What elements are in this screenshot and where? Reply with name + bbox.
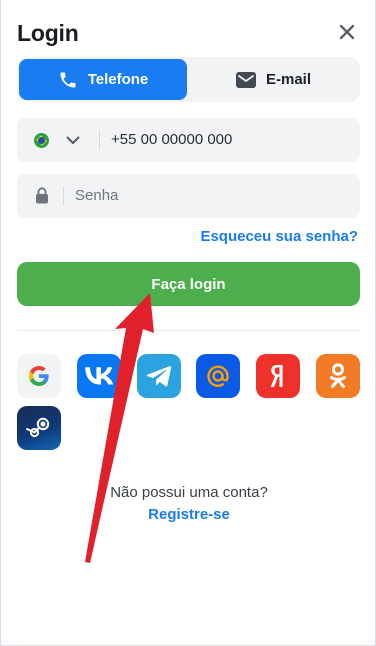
odnoklassniki-icon <box>330 363 346 388</box>
at-sign-icon <box>207 365 229 387</box>
lock-icon <box>36 187 48 204</box>
tab-email[interactable]: E-mail <box>189 59 358 100</box>
telegram-icon <box>146 366 172 387</box>
login-button[interactable]: Faça login <box>17 262 360 306</box>
close-icon[interactable] <box>335 20 359 44</box>
login-dialog: Login Telefone E-mail +55 00 00000 000 S… <box>0 0 376 646</box>
page-title: Login <box>17 20 79 46</box>
phone-input[interactable]: +55 00 00000 000 <box>111 131 232 148</box>
steam-icon <box>26 417 50 438</box>
tab-phone[interactable]: Telefone <box>19 59 187 100</box>
mail-icon <box>235 71 256 89</box>
tab-email-label: E-mail <box>265 71 311 88</box>
tab-phone-label: Telefone <box>87 71 149 88</box>
register-link[interactable]: Registre-se <box>148 506 230 523</box>
google-icon <box>29 366 49 386</box>
forgot-password-link[interactable]: Esqueceu sua senha? <box>200 228 358 245</box>
vk-icon <box>85 367 113 385</box>
divider <box>17 330 360 331</box>
login-method-tabs: Telefone E-mail <box>17 57 360 102</box>
signup-prompt: Não possui uma conta? <box>110 484 268 501</box>
field-divider <box>63 186 64 206</box>
steam-login-button[interactable] <box>17 406 61 450</box>
mail-ru-login-button[interactable] <box>196 354 240 398</box>
telegram-login-button[interactable] <box>137 354 181 398</box>
phone-icon <box>58 70 78 90</box>
register-link-container: Registre-se <box>1 506 376 523</box>
field-divider <box>99 130 100 150</box>
odnoklassniki-login-button[interactable] <box>316 354 360 398</box>
brazil-flag-icon <box>34 133 49 148</box>
password-field[interactable]: Senha <box>17 174 360 218</box>
google-login-button[interactable] <box>17 354 61 398</box>
phone-field[interactable]: +55 00 00000 000 <box>17 118 360 162</box>
chevron-down-icon[interactable] <box>65 132 81 148</box>
password-input[interactable]: Senha <box>75 187 118 204</box>
vk-login-button[interactable] <box>77 354 121 398</box>
yandex-icon <box>270 365 283 387</box>
yandex-login-button[interactable] <box>256 354 300 398</box>
